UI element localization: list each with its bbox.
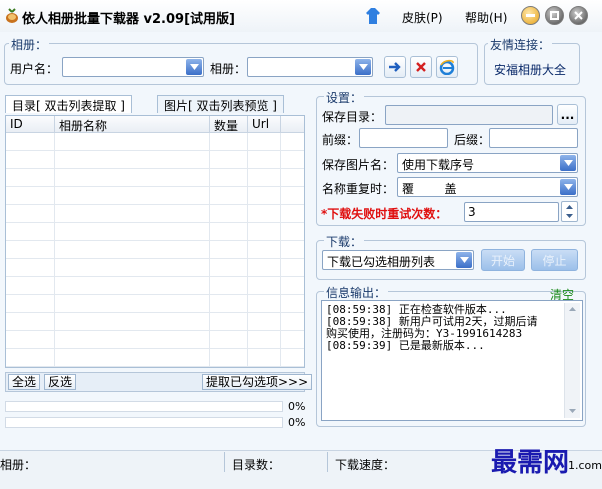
stop-button[interactable]: 停止 (531, 249, 578, 271)
column-header-url[interactable]: Url (248, 116, 281, 133)
tab-directory[interactable]: 目录[ 双击列表提取 ] (5, 95, 132, 113)
table-row (6, 205, 304, 223)
output-legend: 信息输出： (324, 284, 389, 301)
extract-checked-button[interactable]: 提取已勾选项>>> (202, 374, 313, 390)
status-dir-count-label: 目录数： (232, 458, 281, 472)
friend-link[interactable]: 安福相册大全 (494, 61, 566, 78)
browse-button[interactable]: ... (557, 104, 578, 125)
output-log[interactable]: [08:59:38] 正在检查软件版本... [08:59:38] 新用户可试用… (321, 300, 583, 421)
chevron-down-icon[interactable] (456, 252, 472, 268)
duplicate-name-label: 名称重复时： (322, 182, 395, 196)
progress-bar-1 (5, 401, 283, 412)
x-icon (416, 62, 426, 72)
table-row (6, 295, 304, 313)
download-mode-value: 下载已勾选相册列表 (327, 255, 436, 269)
table-row (6, 331, 304, 349)
table-row (6, 277, 304, 295)
retry-count-label: *下载失败时重试次数： (321, 207, 448, 221)
image-name-select[interactable]: 使用下载序号 (397, 153, 578, 173)
table-row (6, 241, 304, 259)
table-row (6, 187, 304, 205)
maximize-button[interactable] (545, 6, 564, 25)
invert-selection-button[interactable]: 反选 (44, 374, 77, 390)
output-lines: [08:59:38] 正在检查软件版本... [08:59:38] 新用户可试用… (326, 304, 537, 352)
restore-icon (550, 11, 559, 20)
arrow-right-icon (389, 62, 401, 72)
log-line: [08:59:39] 已是最新版本... (326, 339, 485, 352)
table-row (6, 349, 304, 367)
retry-count-value: 3 (468, 205, 476, 219)
table-row (6, 133, 304, 151)
album-group-legend: 相册： (9, 36, 50, 53)
album-label: 相册： (210, 62, 247, 76)
duplicate-name-value: 覆 盖 (402, 182, 457, 196)
start-button[interactable]: 开始 (481, 249, 525, 271)
status-separator (224, 452, 225, 472)
app-logo-icon (4, 8, 20, 24)
skin-shirt-icon[interactable] (366, 8, 380, 24)
close-icon (574, 11, 583, 20)
download-legend: 下载： (324, 233, 365, 250)
image-name-label: 保存图片名： (322, 158, 395, 172)
table-row (6, 223, 304, 241)
column-header-count[interactable]: 数量 (210, 116, 248, 133)
status-speed-label: 下载速度： (335, 458, 396, 472)
duplicate-name-select[interactable]: 覆 盖 (397, 177, 578, 197)
minimize-button[interactable] (521, 6, 540, 25)
internet-explorer-icon (439, 59, 455, 75)
image-name-value: 使用下载序号 (402, 158, 475, 172)
clear-button[interactable] (410, 56, 432, 78)
save-dir-input[interactable] (385, 105, 553, 125)
open-browser-button[interactable] (436, 56, 458, 78)
spin-arrows-icon (566, 205, 573, 218)
output-scrollbar[interactable] (564, 303, 580, 418)
status-separator (327, 452, 328, 472)
progress-percent-1: 0% (288, 400, 306, 413)
username-label: 用户名： (10, 62, 59, 76)
settings-legend: 设置： (324, 89, 365, 106)
prefix-input[interactable] (359, 128, 448, 148)
status-corner-text: 1.com (568, 459, 602, 472)
chevron-down-icon[interactable] (560, 179, 576, 195)
retry-count-input[interactable]: 3 (464, 202, 559, 222)
friend-links-legend: 友情连接： (488, 36, 553, 53)
skin-menu[interactable]: 皮肤(P) (402, 9, 443, 26)
scroll-arrows-icon (569, 307, 576, 413)
minimize-icon (526, 14, 535, 17)
watermark-text: 最需网 (491, 448, 570, 478)
save-dir-label: 保存目录： (322, 110, 383, 124)
username-combobox[interactable] (62, 57, 204, 77)
progress-percent-2: 0% (288, 416, 306, 429)
column-header-album-name[interactable]: 相册名称 (55, 116, 210, 133)
album-list-table[interactable]: ID 相册名称 数量 Url (5, 115, 305, 368)
tab-images[interactable]: 图片[ 双击列表预览 ] (157, 95, 284, 113)
help-menu[interactable]: 帮助(H) (465, 9, 507, 26)
table-row (6, 169, 304, 187)
chevron-down-icon[interactable] (355, 59, 371, 75)
chevron-down-icon[interactable] (560, 155, 576, 171)
column-header-filler (281, 116, 304, 133)
status-album-label: 相册： (0, 458, 37, 472)
download-mode-select[interactable]: 下载已勾选相册列表 (322, 250, 474, 270)
suffix-input[interactable] (489, 128, 578, 148)
chevron-down-icon[interactable] (186, 59, 202, 75)
table-row (6, 259, 304, 277)
prefix-label: 前缀： (322, 133, 359, 147)
select-all-button[interactable]: 全选 (8, 374, 41, 390)
browse-label: ... (560, 107, 575, 122)
album-combobox[interactable] (247, 57, 373, 77)
column-header-id[interactable]: ID (6, 116, 55, 133)
window-title: 依人相册批量下载器 v2.09[试用版] (22, 12, 235, 27)
close-button[interactable] (569, 6, 588, 25)
table-row (6, 151, 304, 169)
progress-bar-2 (5, 417, 283, 428)
suffix-label: 后缀： (454, 133, 491, 147)
go-button[interactable] (384, 56, 406, 78)
retry-count-spinner[interactable] (561, 201, 578, 222)
table-row (6, 313, 304, 331)
